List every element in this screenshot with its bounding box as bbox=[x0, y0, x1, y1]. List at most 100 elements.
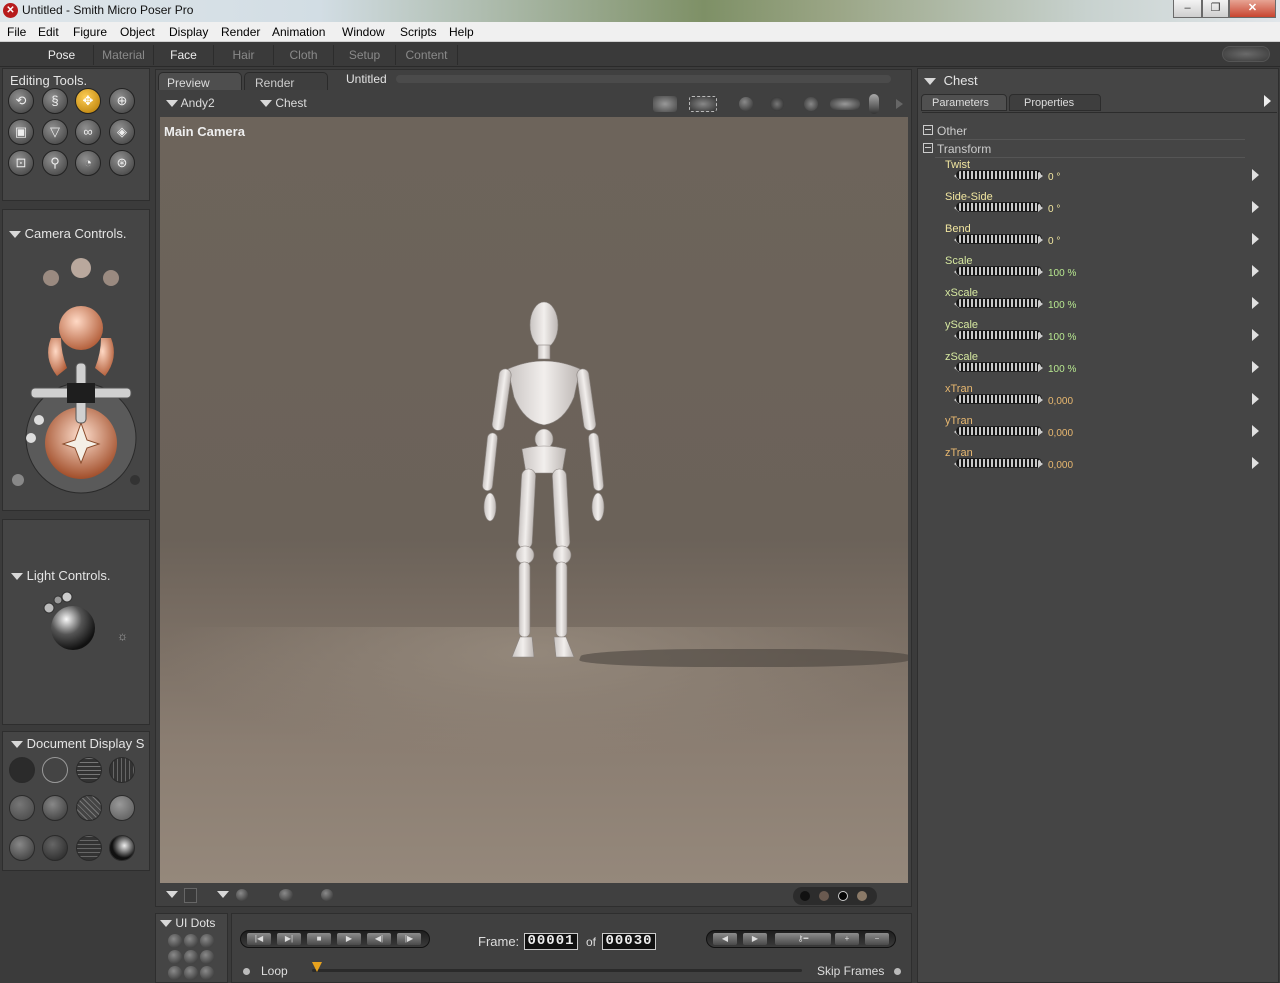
param-dial[interactable] bbox=[956, 266, 1042, 276]
collapse-other-icon[interactable] bbox=[923, 125, 933, 135]
chain-break-tool-icon[interactable]: ∞ bbox=[75, 119, 101, 145]
silhouette-style-icon[interactable] bbox=[9, 757, 35, 783]
collapse-triangle-icon[interactable] bbox=[9, 231, 21, 239]
stop-button[interactable]: ■ bbox=[307, 933, 331, 945]
ui-dot[interactable] bbox=[168, 966, 182, 980]
figure-andy2[interactable] bbox=[470, 297, 610, 662]
shadow-color-icon[interactable] bbox=[236, 889, 248, 901]
param-dial[interactable] bbox=[956, 426, 1042, 436]
viewport[interactable]: Main Camera bbox=[160, 117, 908, 883]
color-dot[interactable] bbox=[800, 891, 810, 901]
menu-scripts[interactable]: Scripts bbox=[400, 25, 437, 39]
hidden-line-style-icon[interactable] bbox=[109, 757, 135, 783]
param-dial[interactable] bbox=[956, 362, 1042, 372]
menu-help[interactable]: Help bbox=[449, 25, 474, 39]
smooth-lined-style-icon[interactable] bbox=[42, 835, 68, 861]
move-view-icon[interactable] bbox=[830, 98, 860, 110]
preview-style-icon[interactable] bbox=[109, 835, 135, 861]
param-menu-arrow-icon[interactable] bbox=[1252, 329, 1259, 341]
color-dot[interactable] bbox=[838, 891, 848, 901]
param-value[interactable]: 0 ° bbox=[1048, 172, 1060, 183]
param-dial[interactable] bbox=[956, 170, 1042, 180]
tab-render[interactable]: Render bbox=[244, 72, 328, 90]
close-button[interactable]: ✕ bbox=[1229, 0, 1276, 18]
ui-dot[interactable] bbox=[184, 950, 198, 964]
dial-increment-icon[interactable] bbox=[1038, 396, 1043, 404]
play-button[interactable]: ▶ bbox=[337, 933, 361, 945]
tab-properties[interactable]: Properties bbox=[1009, 94, 1101, 111]
taper-tool-icon[interactable]: ▽ bbox=[42, 119, 68, 145]
menu-display[interactable]: Display bbox=[169, 25, 208, 39]
menu-window[interactable]: Window bbox=[342, 25, 385, 39]
poser-app-icon[interactable]: ✕ bbox=[3, 3, 18, 18]
collapse-triangle-icon[interactable] bbox=[924, 78, 936, 86]
collapse-triangle-icon[interactable] bbox=[11, 741, 23, 749]
room-tab-cloth[interactable]: Cloth bbox=[274, 45, 334, 65]
menu-object[interactable]: Object bbox=[120, 25, 155, 39]
keyframes-button[interactable]: ⚷━ bbox=[775, 933, 831, 945]
panel-menu-arrow-icon[interactable] bbox=[1264, 95, 1271, 107]
camera-controls-widget[interactable] bbox=[11, 248, 147, 498]
poser-logo-button[interactable] bbox=[1222, 46, 1270, 62]
flyaround-icon[interactable] bbox=[739, 97, 753, 111]
next-key-button[interactable]: ▶ bbox=[743, 933, 767, 945]
morphing-tool-icon[interactable]: ◔ bbox=[75, 150, 101, 176]
room-tab-face[interactable]: Face bbox=[154, 45, 214, 65]
ui-dot[interactable] bbox=[200, 950, 214, 964]
options-triangle-icon[interactable] bbox=[166, 891, 178, 898]
menu-file[interactable]: File bbox=[7, 25, 26, 39]
room-tab-hair[interactable]: Hair bbox=[214, 45, 274, 65]
param-dial[interactable] bbox=[956, 330, 1042, 340]
ui-dot[interactable] bbox=[168, 934, 182, 948]
room-tab-content[interactable]: Content bbox=[396, 45, 458, 65]
prev-frame-button[interactable]: ◀| bbox=[367, 933, 391, 945]
param-value[interactable]: 0,000 bbox=[1048, 460, 1073, 471]
param-dial[interactable] bbox=[956, 202, 1042, 212]
wireframe-style-icon[interactable] bbox=[76, 757, 102, 783]
twist-tool-icon[interactable]: § bbox=[42, 88, 68, 114]
color-tool-icon[interactable]: ◈ bbox=[109, 119, 135, 145]
timeline-slider[interactable] bbox=[312, 969, 802, 972]
ui-dot[interactable] bbox=[184, 934, 198, 948]
light-sphere-widget[interactable]: ☼ bbox=[41, 590, 141, 660]
timeline-thumb-icon[interactable] bbox=[312, 962, 322, 972]
param-value[interactable]: 100 % bbox=[1048, 364, 1076, 375]
param-dial[interactable] bbox=[956, 234, 1042, 244]
scale-tool-icon[interactable]: ▣ bbox=[8, 119, 34, 145]
dial-increment-icon[interactable] bbox=[1038, 428, 1043, 436]
param-dial[interactable] bbox=[956, 394, 1042, 404]
dial-increment-icon[interactable] bbox=[1038, 300, 1043, 308]
param-menu-arrow-icon[interactable] bbox=[1252, 233, 1259, 245]
maximize-button[interactable]: ❐ bbox=[1202, 0, 1229, 18]
param-menu-arrow-icon[interactable] bbox=[1252, 457, 1259, 469]
camera-icon[interactable] bbox=[653, 96, 677, 112]
translate-in-out-tool-icon[interactable]: ⊕ bbox=[109, 88, 135, 114]
lit-wireframe-style-icon[interactable] bbox=[9, 795, 35, 821]
param-value[interactable]: 100 % bbox=[1048, 332, 1076, 343]
cartoon-style-icon[interactable] bbox=[109, 795, 135, 821]
param-menu-arrow-icon[interactable] bbox=[1252, 361, 1259, 373]
color-dot[interactable] bbox=[857, 891, 867, 901]
group-other[interactable]: Other bbox=[937, 124, 967, 138]
rotate-tool-icon[interactable]: ⟲ bbox=[8, 88, 34, 114]
figure-selector[interactable]: Andy2 bbox=[166, 96, 215, 110]
param-menu-arrow-icon[interactable] bbox=[1252, 169, 1259, 181]
minimize-button[interactable]: – bbox=[1173, 0, 1202, 18]
dial-increment-icon[interactable] bbox=[1038, 332, 1043, 340]
loop-radio[interactable] bbox=[243, 968, 250, 975]
ui-dot[interactable] bbox=[200, 934, 214, 948]
dial-increment-icon[interactable] bbox=[1038, 268, 1043, 276]
texture-shaded-style-icon[interactable] bbox=[76, 835, 102, 861]
dial-increment-icon[interactable] bbox=[1038, 236, 1043, 244]
first-frame-button[interactable]: |◀ bbox=[247, 933, 271, 945]
room-tab-setup[interactable]: Setup bbox=[334, 45, 396, 65]
param-menu-arrow-icon[interactable] bbox=[1252, 425, 1259, 437]
tab-preview[interactable]: Preview bbox=[158, 72, 242, 90]
menu-triangle-icon[interactable] bbox=[217, 891, 229, 898]
grouping-tool-icon[interactable]: ⊡ bbox=[8, 150, 34, 176]
skip-frames-radio[interactable] bbox=[894, 968, 901, 975]
dial-increment-icon[interactable] bbox=[1038, 460, 1043, 468]
ui-dot[interactable] bbox=[200, 966, 214, 980]
menu-animation[interactable]: Animation bbox=[272, 25, 325, 39]
ui-dot[interactable] bbox=[184, 966, 198, 980]
